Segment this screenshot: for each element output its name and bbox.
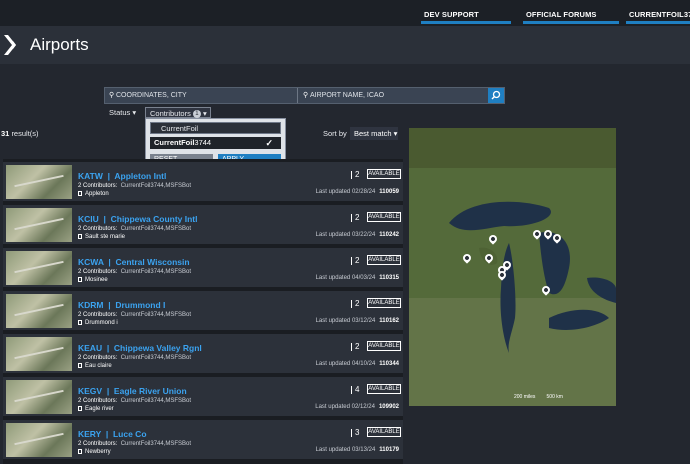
building-icon (78, 406, 82, 411)
status-filter[interactable]: Status ▾ (109, 107, 136, 118)
airport-contributors: 2 Contributors: CurrentFoil3744,MSFSBot (78, 183, 192, 189)
airport-updated: Last updated 04/03/24 110315 (315, 275, 399, 281)
airport-card[interactable]: KATW | Appleton Intl 2 Contributors: Cur… (3, 162, 403, 201)
airport-count: 2 (351, 299, 359, 308)
nav-dev-support[interactable]: DEV SUPPORT (421, 10, 511, 24)
airport-updated: Last updated 03/12/24 110162 (315, 318, 399, 324)
contributor-option[interactable]: CurrentFoil3744 ✓ (150, 137, 281, 149)
airport-updated: Last updated 03/13/24 110179 (315, 447, 399, 453)
sort-label: Sort by (323, 129, 347, 138)
top-nav-bar: DEV SUPPORT OFFICIAL FORUMS CURRENTFOIL3… (0, 0, 690, 26)
map-scale: 200 miles 500 km (514, 394, 563, 400)
airport-card[interactable]: KEAU | Chippewa Valley Rgnl 2 Contributo… (3, 334, 403, 373)
status-badge: AVAILABLE (367, 212, 401, 222)
airport-count: 2 (351, 213, 359, 222)
status-badge: AVAILABLE (367, 427, 401, 437)
airport-contributors: 2 Contributors: CurrentFoil3744,MSFSBot (78, 269, 192, 275)
search-icon (491, 90, 501, 100)
building-icon (78, 449, 82, 454)
airport-city: Mosinee (78, 277, 108, 283)
airport-card[interactable]: KEGV | Eagle River Union 2 Contributors:… (3, 377, 403, 416)
airport-contributors: 2 Contributors: CurrentFoil3744,MSFSBot (78, 312, 192, 318)
satellite-map (409, 128, 616, 406)
checkmark-icon: ✓ (265, 138, 273, 148)
airport-thumbnail (6, 337, 72, 371)
airport-updated: Last updated 04/10/24 110344 (315, 361, 399, 367)
airport-card[interactable]: KCIU | Chippewa County Intl 2 Contributo… (3, 205, 403, 244)
airport-city: Newberry (78, 449, 111, 455)
location-pin-icon: ⚲ (109, 92, 115, 99)
nav-user-account[interactable]: CURRENTFOIL3744 (626, 10, 690, 24)
airport-thumbnail (6, 208, 72, 242)
results-count: 31 result(s) (1, 129, 39, 138)
building-icon (78, 277, 82, 282)
airport-map[interactable]: 200 miles 500 km (409, 128, 616, 406)
airport-card[interactable]: KDRM | Drummond I 2 Contributors: Curren… (3, 291, 403, 330)
airport-updated: Last updated 03/22/24 110242 (315, 232, 399, 238)
airport-count: 2 (351, 342, 359, 351)
airport-city: Eau claire (78, 363, 112, 369)
airport-title[interactable]: KCIU | Chippewa County Intl (78, 214, 198, 224)
airport-count: 4 (351, 385, 359, 394)
chevron-down-icon: ▾ (203, 109, 207, 118)
airport-title[interactable]: KEGV | Eagle River Union (78, 386, 187, 396)
building-icon (78, 320, 82, 325)
airport-count: 2 (351, 170, 359, 179)
building-icon (78, 191, 82, 196)
airport-card[interactable]: KCWA | Central Wisconsin 2 Contributors:… (3, 248, 403, 287)
airport-thumbnail (6, 423, 72, 457)
airport-count: 3 (351, 428, 359, 437)
app-logo-icon[interactable] (4, 35, 20, 55)
building-icon (78, 234, 82, 239)
status-badge: AVAILABLE (367, 341, 401, 351)
search-bar: ⚲ COORDINATES, CITY ⚲ AIRPORT NAME, ICAO (104, 87, 505, 104)
airport-city: Eagle river (78, 406, 114, 412)
status-badge: AVAILABLE (367, 169, 401, 179)
airport-title[interactable]: KATW | Appleton Intl (78, 171, 166, 181)
status-badge: AVAILABLE (367, 298, 401, 308)
airport-thumbnail (6, 165, 72, 199)
page-header: Airports (0, 26, 690, 64)
sort-select[interactable]: Best match ▾ (350, 127, 398, 140)
airport-city: Drummond i (78, 320, 118, 326)
airport-title[interactable]: KERY | Luce Co (78, 429, 147, 439)
status-badge: AVAILABLE (367, 255, 401, 265)
airport-count: 2 (351, 256, 359, 265)
building-icon (78, 363, 82, 368)
contributors-filter[interactable]: Contributors 1 ▾ (145, 107, 211, 119)
airport-contributors: 2 Contributors: CurrentFoil3744,MSFSBot (78, 226, 192, 232)
airport-city: Appleton (78, 191, 109, 197)
chevron-down-icon: ▾ (393, 129, 398, 138)
airport-city: Sault ste marie (78, 234, 125, 240)
contributors-count-badge: 1 (192, 110, 201, 119)
airport-pin-icon: ⚲ (303, 92, 309, 99)
search-button[interactable] (488, 88, 504, 103)
search-divider (297, 88, 298, 103)
airport-contributors: 2 Contributors: CurrentFoil3744,MSFSBot (78, 355, 192, 361)
airport-contributors: 2 Contributors: CurrentFoil3744,MSFSBot (78, 398, 192, 404)
airport-title[interactable]: KCWA | Central Wisconsin (78, 257, 190, 267)
airport-title[interactable]: KEAU | Chippewa Valley Rgnl (78, 343, 202, 353)
contributor-search-input[interactable]: CurrentFoil (150, 122, 281, 134)
airport-thumbnail (6, 294, 72, 328)
nav-official-forums[interactable]: OFFICIAL FORUMS (523, 10, 619, 24)
airport-search-input[interactable]: AIRPORT NAME, ICAO (310, 88, 384, 103)
airport-updated: Last updated 02/12/24 109902 (315, 404, 399, 410)
status-badge: AVAILABLE (367, 384, 401, 394)
page-title: Airports (30, 35, 89, 54)
location-search-input[interactable]: COORDINATES, CITY (116, 88, 187, 103)
airport-contributors: 2 Contributors: CurrentFoil3744,MSFSBot (78, 441, 192, 447)
airport-thumbnail (6, 380, 72, 414)
airport-title[interactable]: KDRM | Drummond I (78, 300, 165, 310)
airport-card[interactable]: KERY | Luce Co 2 Contributors: CurrentFo… (3, 420, 403, 459)
airport-list: KATW | Appleton Intl 2 Contributors: Cur… (3, 159, 403, 464)
airport-thumbnail (6, 251, 72, 285)
chevron-down-icon: ▾ (132, 108, 137, 117)
airport-updated: Last updated 02/28/24 110059 (315, 189, 399, 195)
